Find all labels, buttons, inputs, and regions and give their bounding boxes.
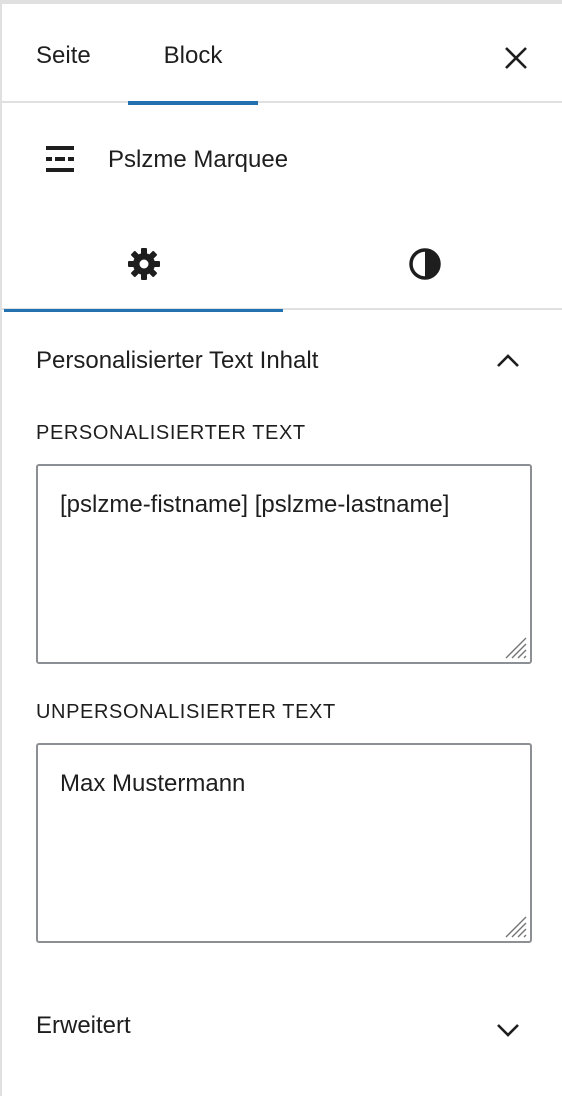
contrast-icon — [409, 248, 441, 280]
inspector-tabs — [2, 215, 562, 312]
unpersonalized-text-label: Unpersonalisierter Text — [36, 701, 336, 723]
close-button[interactable] — [500, 42, 532, 74]
gear-icon — [128, 248, 160, 280]
tab-block-label: Block — [163, 42, 223, 69]
resize-handle-icon[interactable] — [502, 913, 528, 939]
personalized-text-label: Personalisierter Text — [36, 422, 306, 444]
personalized-text-value: [pslzme-fistname] [pslzme-lastname] — [60, 491, 450, 518]
personalized-text-field[interactable]: [pslzme-fistname] [pslzme-lastname] — [36, 464, 532, 664]
tab-seite-label: Seite — [36, 42, 91, 69]
chevron-up-icon — [497, 354, 519, 367]
resize-handle-icon[interactable] — [502, 634, 528, 660]
panel-advanced-toggle[interactable]: Erweitert — [2, 989, 562, 1064]
tab-styles[interactable] — [283, 215, 562, 310]
marquee-icon — [44, 144, 76, 176]
block-card: Pslzme Marquee — [2, 105, 562, 215]
sidebar-tabs: Seite Block — [2, 8, 562, 105]
unpersonalized-text-value: Max Mustermann — [60, 770, 246, 797]
panel-personalized-text-toggle[interactable]: Personalisierter Text Inhalt — [2, 312, 562, 408]
chevron-down-icon — [497, 1024, 519, 1037]
unpersonalized-text-field[interactable]: Max Mustermann — [36, 743, 532, 943]
close-icon — [505, 47, 527, 69]
block-inspector-sidebar: Seite Block Pslzme Marquee Personalisier… — [0, 0, 562, 1096]
block-title: Pslzme Marquee — [108, 146, 289, 173]
advanced-title: Erweitert — [36, 1012, 131, 1039]
tab-settings[interactable] — [2, 215, 283, 312]
tab-seite[interactable]: Seite — [36, 8, 91, 103]
panel-title: Personalisierter Text Inhalt — [36, 347, 319, 374]
tab-block[interactable]: Block — [128, 8, 258, 105]
